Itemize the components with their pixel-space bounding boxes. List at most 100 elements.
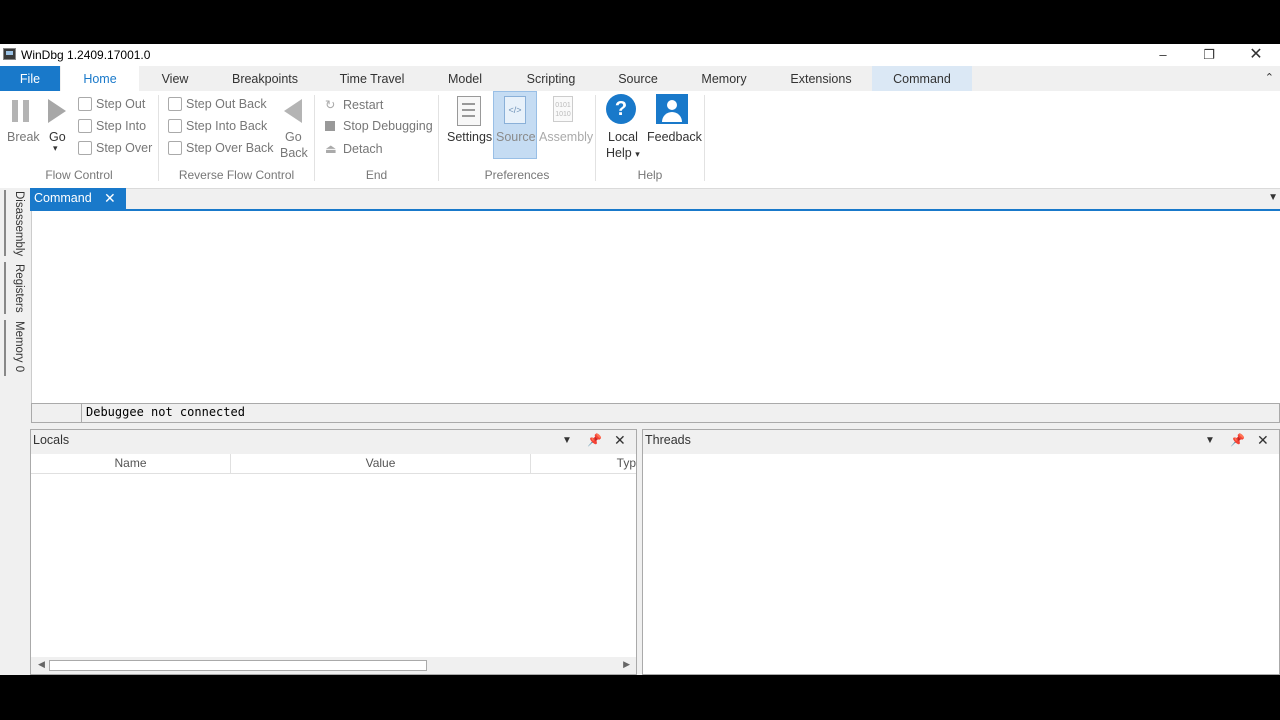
go-back-label-2[interactable]: Back	[280, 146, 308, 160]
close-icon[interactable]: ✕	[104, 190, 116, 207]
tab-command[interactable]: Command	[872, 66, 972, 91]
step-out-back-label: Step Out Back	[186, 97, 267, 111]
document-list-dropdown-icon[interactable]: ▼	[1268, 192, 1278, 203]
ribbon-home: Break Go ▾ Step Out Step Into Step Over …	[0, 91, 1280, 189]
scrollbar-thumb[interactable]	[49, 660, 427, 671]
threads-title: Threads	[645, 433, 691, 447]
step-over-button[interactable]: Step Over	[78, 141, 152, 155]
close-window-button[interactable]: ✕	[1233, 44, 1279, 66]
go-back-icon	[284, 99, 302, 123]
local-help-label-2[interactable]: Help ▾	[606, 146, 640, 160]
chevron-down-icon[interactable]: ▼	[1205, 435, 1215, 446]
tab-memory[interactable]: Memory	[690, 66, 758, 91]
scroll-right-icon[interactable]: ▶	[623, 659, 630, 670]
step-into-back-icon	[168, 119, 182, 133]
locals-title: Locals	[33, 433, 70, 447]
assembly-button[interactable]: Assembly	[539, 130, 593, 144]
restart-label: Restart	[343, 98, 384, 112]
source-button[interactable]: </> Source	[493, 91, 537, 159]
threads-panel: Threads ▼ 📌 ✕	[642, 429, 1280, 675]
step-into-label: Step Into	[96, 119, 147, 133]
feedback-button[interactable]: Feedback	[647, 130, 702, 144]
collapse-ribbon-icon[interactable]: ⌃	[1265, 71, 1274, 84]
go-button[interactable]: Go	[49, 130, 66, 144]
locals-column-header: Name Value Typ	[31, 454, 636, 474]
scroll-left-icon[interactable]: ◀	[38, 659, 45, 670]
command-input-bar: Debuggee not connected	[31, 403, 1280, 423]
group-label-flow-control: Flow Control	[45, 168, 113, 182]
pin-icon[interactable]: 📌	[587, 433, 602, 447]
step-out-label: Step Out	[96, 97, 146, 111]
step-out-back-icon	[168, 97, 182, 111]
tab-extensions[interactable]: Extensions	[780, 66, 862, 91]
restart-button[interactable]: ↻ Restart	[325, 97, 383, 112]
command-output-pane[interactable]	[31, 211, 1280, 403]
source-code-icon: </>	[504, 96, 526, 124]
side-tab-registers[interactable]: Registers	[5, 264, 25, 313]
tab-file[interactable]: File	[0, 66, 60, 91]
tab-model[interactable]: Model	[435, 66, 495, 91]
minimize-button[interactable]: –	[1140, 44, 1186, 66]
horizontal-scrollbar[interactable]: ◀ ▶	[31, 657, 636, 674]
restart-icon: ↻	[325, 98, 336, 112]
windbg-window: WinDbg 1.2409.17001.0 – ❐ ✕ File Home Vi…	[0, 44, 1280, 675]
tab-scripting[interactable]: Scripting	[515, 66, 587, 91]
tab-home[interactable]: Home	[61, 66, 139, 91]
window-title: WinDbg 1.2409.17001.0	[21, 48, 151, 62]
close-icon[interactable]: ✕	[1257, 432, 1269, 449]
command-tab-label: Command	[34, 191, 92, 205]
group-label-help: Help	[637, 168, 663, 182]
go-icon	[48, 99, 66, 123]
tab-source[interactable]: Source	[606, 66, 670, 91]
command-prompt	[32, 404, 82, 422]
locals-panel: Locals ▼ 📌 ✕ Name Value Typ ◀ ▶	[30, 429, 637, 675]
feedback-icon	[656, 94, 688, 124]
local-help-label: Help	[606, 146, 632, 160]
local-help-dropdown-icon: ▾	[635, 149, 640, 159]
step-into-icon	[78, 119, 92, 133]
detach-label: Detach	[343, 142, 383, 156]
step-into-back-label: Step Into Back	[186, 119, 268, 133]
step-out-back-button[interactable]: Step Out Back	[168, 97, 267, 111]
step-out-button[interactable]: Step Out	[78, 97, 145, 111]
command-document-tab[interactable]: Command ✕	[30, 188, 126, 210]
step-over-label: Step Over	[96, 141, 153, 155]
stop-icon	[325, 121, 335, 131]
chevron-down-icon[interactable]: ▼	[562, 435, 572, 446]
stop-debugging-button[interactable]: Stop Debugging	[325, 119, 433, 133]
restore-button[interactable]: ❐	[1186, 44, 1232, 66]
tab-breakpoints[interactable]: Breakpoints	[220, 66, 310, 91]
group-label-preferences: Preferences	[484, 168, 550, 182]
ribbon-tab-bar: File Home View Breakpoints Time Travel M…	[0, 66, 1280, 91]
threads-header	[643, 430, 1279, 454]
pin-icon[interactable]: 📌	[1230, 433, 1245, 447]
stop-debugging-label: Stop Debugging	[343, 119, 433, 133]
group-label-reverse-flow-control: Reverse Flow Control	[178, 168, 295, 182]
break-button[interactable]: Break	[7, 130, 40, 144]
tab-view[interactable]: View	[145, 66, 205, 91]
assembly-binary-icon: 0101 1010	[553, 96, 573, 122]
local-help-button[interactable]: Local	[608, 130, 638, 144]
side-tab-memory-0[interactable]: Memory 0	[5, 321, 25, 372]
detach-button[interactable]: ⏏ Detach	[325, 141, 383, 156]
step-into-button[interactable]: Step Into	[78, 119, 146, 133]
close-icon[interactable]: ✕	[614, 432, 626, 449]
column-name[interactable]: Name	[31, 454, 231, 473]
title-bar: WinDbg 1.2409.17001.0 – ❐ ✕	[0, 44, 1280, 66]
side-tab-strip: Disassembly Registers Memory 0	[0, 188, 30, 675]
tab-time-travel[interactable]: Time Travel	[330, 66, 414, 91]
settings-button[interactable]: Settings	[447, 130, 492, 144]
step-over-back-button[interactable]: Step Over Back	[168, 141, 274, 155]
column-type[interactable]: Typ	[531, 454, 636, 473]
step-out-icon	[78, 97, 92, 111]
column-value[interactable]: Value	[231, 454, 531, 473]
go-dropdown-icon[interactable]: ▾	[53, 143, 58, 154]
step-over-back-label: Step Over Back	[186, 141, 274, 155]
detach-icon: ⏏	[325, 142, 337, 156]
go-back-label-1[interactable]: Go	[285, 130, 302, 144]
command-status-text[interactable]: Debuggee not connected	[86, 405, 245, 419]
step-over-icon	[78, 141, 92, 155]
side-tab-disassembly[interactable]: Disassembly	[5, 191, 25, 256]
step-into-back-button[interactable]: Step Into Back	[168, 119, 267, 133]
group-label-end: End	[365, 168, 388, 182]
